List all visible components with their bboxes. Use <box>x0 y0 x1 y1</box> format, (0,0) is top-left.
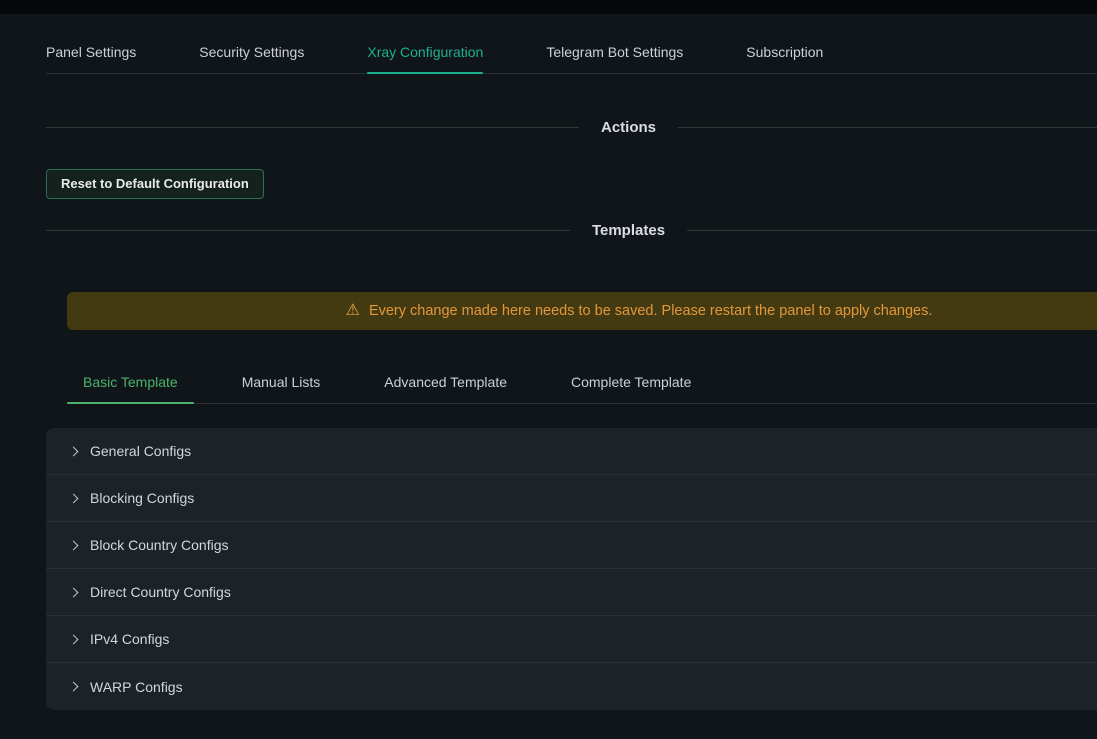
settings-page: Panel Settings Security Settings Xray Co… <box>46 14 1097 710</box>
templates-section-divider: Templates <box>46 221 1097 240</box>
divider-line <box>678 127 1097 128</box>
divider-line <box>46 127 579 128</box>
actions-button-row: Reset to Default Configuration <box>46 169 1097 199</box>
accordion-label: Blocking Configs <box>90 490 194 506</box>
accordion-direct-country-configs[interactable]: Direct Country Configs <box>46 569 1097 616</box>
accordion-blocking-configs[interactable]: Blocking Configs <box>46 475 1097 522</box>
config-accordion: General Configs Blocking Configs Block C… <box>46 428 1097 710</box>
template-tab-bar: Basic Template Manual Lists Advanced Tem… <box>67 366 1097 404</box>
tab-basic-template[interactable]: Basic Template <box>67 374 194 403</box>
tab-panel-settings[interactable]: Panel Settings <box>46 44 136 73</box>
divider-line <box>687 230 1097 231</box>
templates-section-title: Templates <box>592 221 665 240</box>
accordion-general-configs[interactable]: General Configs <box>46 428 1097 475</box>
tab-xray-configuration[interactable]: Xray Configuration <box>367 44 483 73</box>
settings-tab-bar: Panel Settings Security Settings Xray Co… <box>46 14 1097 74</box>
warning-text: Every change made here needs to be saved… <box>369 303 932 319</box>
actions-section-title: Actions <box>601 118 656 137</box>
restart-warning-alert: ⚠ Every change made here needs to be sav… <box>67 292 1097 330</box>
reset-to-default-button[interactable]: Reset to Default Configuration <box>46 169 264 199</box>
tab-manual-lists[interactable]: Manual Lists <box>226 374 337 403</box>
accordion-label: WARP Configs <box>90 679 183 695</box>
accordion-warp-configs[interactable]: WARP Configs <box>46 663 1097 710</box>
chevron-right-icon <box>69 634 79 644</box>
tab-telegram-bot-settings[interactable]: Telegram Bot Settings <box>546 44 683 73</box>
accordion-label: Block Country Configs <box>90 537 229 553</box>
warning-icon: ⚠ <box>346 303 360 319</box>
templates-content: ⚠ Every change made here needs to be sav… <box>46 292 1097 404</box>
accordion-label: General Configs <box>90 443 191 459</box>
tab-complete-template[interactable]: Complete Template <box>555 374 707 403</box>
chevron-right-icon <box>69 446 79 456</box>
accordion-ipv4-configs[interactable]: IPv4 Configs <box>46 616 1097 663</box>
chevron-right-icon <box>69 587 79 597</box>
chevron-right-icon <box>69 493 79 503</box>
chevron-right-icon <box>69 682 79 692</box>
tab-advanced-template[interactable]: Advanced Template <box>368 374 523 403</box>
actions-section-divider: Actions <box>46 118 1097 137</box>
tab-subscription[interactable]: Subscription <box>746 44 823 73</box>
accordion-label: Direct Country Configs <box>90 584 231 600</box>
accordion-block-country-configs[interactable]: Block Country Configs <box>46 522 1097 569</box>
accordion-label: IPv4 Configs <box>90 631 169 647</box>
top-window-strip <box>0 0 1097 14</box>
tab-security-settings[interactable]: Security Settings <box>199 44 304 73</box>
divider-line <box>46 230 570 231</box>
chevron-right-icon <box>69 540 79 550</box>
